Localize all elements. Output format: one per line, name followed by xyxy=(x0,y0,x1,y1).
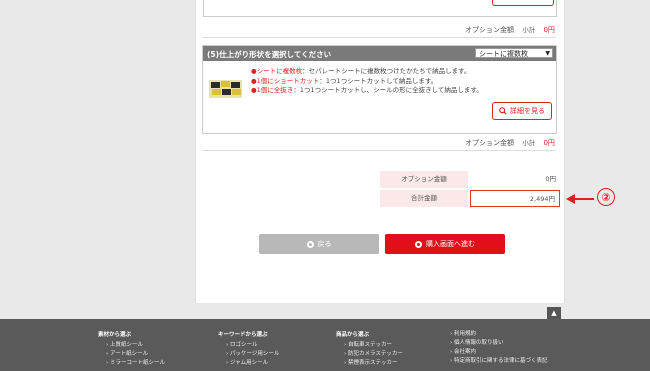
proceed-to-purchase-button[interactable]: 購入画面へ進む xyxy=(385,234,505,254)
previous-detail-button[interactable] xyxy=(492,0,554,6)
caret-up-icon: ▲ xyxy=(551,309,557,317)
footer-link[interactable]: › 利用規約 xyxy=(448,330,547,339)
footer-link[interactable]: › ジャム用シール xyxy=(218,359,279,368)
site-footer: 素材から選ぶ › 上質紙シール › アート紙シール › ミラーコート紙シール キ… xyxy=(0,319,650,371)
desc-line: ●シートに複数枚：セパレートシートに複数枚つけたかたちで納品します。 xyxy=(251,67,471,75)
proceed-button-label: 購入画面へ進む xyxy=(426,240,475,248)
annotation-arrow-line xyxy=(574,198,594,200)
annotation-marker: ② xyxy=(597,188,615,206)
footer-heading: キーワードから選ぶ xyxy=(218,332,268,338)
select-value: シートに複数枚 xyxy=(479,50,528,58)
footer-link[interactable]: › 防犯カメラステッカー xyxy=(336,350,403,359)
footer-link[interactable]: › 上質紙シール xyxy=(98,341,165,350)
option-amount-label: オプション金額 xyxy=(465,139,514,147)
option-total-row: オプション金額 0円 xyxy=(380,171,560,188)
footer-column-material: 素材から選ぶ › 上質紙シール › アート紙シール › ミラーコート紙シール xyxy=(98,330,165,368)
footer-column-keyword: キーワードから選ぶ › ロゴシール › パッケージ用シール › ジャム用シール xyxy=(218,330,279,368)
footer-link[interactable]: › ロゴシール xyxy=(218,341,279,350)
footer-link[interactable]: › 禁煙表示ステッカー xyxy=(336,359,403,368)
footer-link[interactable]: › 会社案内 xyxy=(448,348,547,357)
back-button[interactable]: 戻る xyxy=(259,234,379,254)
footer-link[interactable]: › 特定商取引に関する法律に基づく表記 xyxy=(448,357,547,366)
footer-column-product: 商品から選ぶ › 自転車ステッカー › 防犯カメラステッカー › 禁煙表示ステッ… xyxy=(336,330,403,368)
finish-shape-select[interactable]: シートに複数枚 ▼ xyxy=(475,48,553,58)
grand-total-value: 2,494円 xyxy=(470,190,560,207)
option-amount-label: オプション金額 xyxy=(465,26,514,34)
divider xyxy=(202,150,556,151)
detail-button-label: 詳細を見る xyxy=(510,107,545,115)
circle-arrow-icon xyxy=(415,240,422,248)
footer-column-info: › 利用規約 › 個人情報の取り扱い › 会社案内 › 特定商取引に関する法律に… xyxy=(448,330,547,366)
chevron-down-icon: ▼ xyxy=(545,50,550,57)
detail-button[interactable]: 詳細を見る xyxy=(492,102,552,120)
desc-line: ●1個にショートカット：1つ1つシートカットして納品します。 xyxy=(251,76,438,85)
circle-arrow-icon xyxy=(306,240,314,248)
subtotal-label: 小計 xyxy=(522,139,536,147)
back-button-label: 戻る xyxy=(317,240,332,248)
finish-shape-description: ●シートに複数枚：セパレートシートに複数枚つけたかたちで納品します。 ●1個にシ… xyxy=(251,67,491,96)
section-title: (5)仕上がり形状を選択してください xyxy=(207,50,332,59)
option-total-value: 0円 xyxy=(545,175,556,183)
section5-subtotal: オプション金額 小計 0円 xyxy=(465,137,555,148)
footer-link[interactable]: › アート紙シール xyxy=(98,350,165,359)
footer-link[interactable]: › 個人情報の取り扱い xyxy=(448,339,547,348)
section-header: (5)仕上がり形状を選択してください シートに複数枚 ▼ xyxy=(203,46,556,61)
previous-subtotal: オプション金額 小計 0円 xyxy=(465,24,555,35)
subtotal-value: 0円 xyxy=(543,26,555,34)
magnifier-icon xyxy=(499,107,507,115)
footer-link[interactable]: › パッケージ用シール xyxy=(218,350,279,359)
footer-heading: 商品から選ぶ xyxy=(336,332,370,338)
footer-link[interactable]: › ミラーコート紙シール xyxy=(98,359,165,368)
grand-total-row: 合計金額 2,494円 xyxy=(380,190,560,207)
footer-link[interactable]: › 自転車ステッカー xyxy=(336,341,403,350)
subtotal-value: 0円 xyxy=(543,139,555,147)
finish-shape-section: (5)仕上がり形状を選択してください シートに複数枚 ▼ ●シートに複数枚：セパ… xyxy=(202,45,557,134)
sticker-sheet-image xyxy=(209,80,242,98)
option-total-label: オプション金額 xyxy=(380,171,468,188)
divider xyxy=(202,37,556,38)
desc-line: ●1個に全抜き：1つ1つシートカットし、シールの形に全抜きして納品します。 xyxy=(251,86,483,94)
page-top-button[interactable]: ▲ xyxy=(547,307,561,319)
footer-heading: 素材から選ぶ xyxy=(98,332,132,338)
grand-total-label: 合計金額 xyxy=(380,190,468,207)
subtotal-label: 小計 xyxy=(522,26,536,34)
